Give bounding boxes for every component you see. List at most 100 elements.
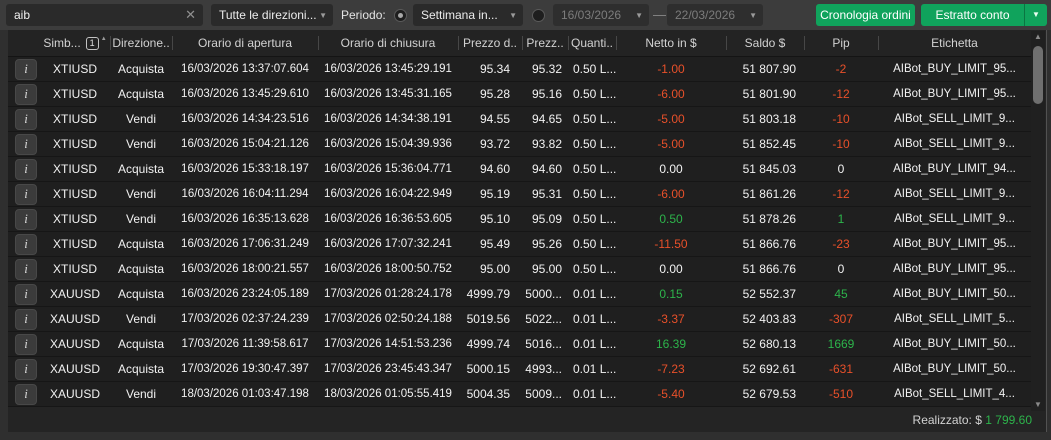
- table-row[interactable]: i XAUUSD Acquista 17/03/2026 11:39:58.61…: [8, 332, 1031, 357]
- scrollbar-thumb[interactable]: [1033, 46, 1043, 104]
- period-preset-dropdown[interactable]: Settimana in... ▼: [413, 4, 523, 26]
- cell-open-price: 94.55: [479, 112, 510, 126]
- cell-open-time: 17/03/2026 02:37:24.239: [181, 313, 309, 325]
- row-info-button[interactable]: i: [15, 108, 37, 130]
- col-header-open-price[interactable]: Prezzo d..: [458, 30, 522, 56]
- cell-direction: Vendi: [125, 112, 157, 126]
- date-from-dropdown[interactable]: 16/03/2026 ▼: [553, 4, 649, 26]
- row-info-button[interactable]: i: [15, 383, 37, 405]
- col-header-net[interactable]: Netto in $: [616, 30, 726, 56]
- row-info-button[interactable]: i: [15, 158, 37, 180]
- cell-open-time: 16/03/2026 13:37:07.604: [181, 63, 309, 75]
- col-header-balance[interactable]: Saldo $: [726, 30, 804, 56]
- table-row[interactable]: i XAUUSD Acquista 17/03/2026 19:30:47.39…: [8, 357, 1031, 382]
- table-row[interactable]: i XAUUSD Acquista 16/03/2026 23:24:05.18…: [8, 282, 1031, 307]
- order-history-button[interactable]: Cronologia ordini: [816, 4, 915, 26]
- scroll-up-icon[interactable]: ▲: [1031, 31, 1045, 43]
- row-info-button[interactable]: i: [15, 358, 37, 380]
- table-row[interactable]: i XTIUSD Acquista 16/03/2026 17:06:31.24…: [8, 232, 1031, 257]
- table-row[interactable]: i XTIUSD Acquista 16/03/2026 15:33:18.19…: [8, 157, 1031, 182]
- table-row[interactable]: i XAUUSD Vendi 18/03/2026 01:03:47.198 1…: [8, 382, 1031, 407]
- cell-label: AIBot_BUY_LIMIT_50...: [893, 363, 1016, 375]
- cell-close-time: 16/03/2026 14:34:38.191: [324, 113, 452, 125]
- cell-pip: -10: [832, 112, 850, 126]
- chevron-down-icon: ▼: [509, 11, 517, 20]
- cell-close-time: 16/03/2026 18:00:50.752: [324, 263, 452, 275]
- cell-close-time: 16/03/2026 15:36:04.771: [324, 163, 452, 175]
- cell-quantity: 0.50 L...: [573, 87, 616, 101]
- cell-label: AIBot_SELL_LIMIT_9...: [894, 188, 1015, 200]
- cell-balance: 51 861.26: [742, 187, 796, 201]
- row-info-button[interactable]: i: [15, 58, 37, 80]
- col-header-label[interactable]: Etichetta: [878, 30, 1031, 56]
- statement-menu-arrow-icon[interactable]: ▼: [1024, 4, 1047, 26]
- cell-open-price: 4999.74: [466, 337, 510, 351]
- cell-close-price: 94.60: [531, 162, 562, 176]
- table-row[interactable]: i XTIUSD Vendi 16/03/2026 16:35:13.628 1…: [8, 207, 1031, 232]
- cell-direction: Vendi: [125, 212, 157, 226]
- cell-close-price: 4993...: [525, 362, 562, 376]
- cell-close-price: 95.16: [531, 87, 562, 101]
- row-info-button[interactable]: i: [15, 308, 37, 330]
- date-to-dropdown[interactable]: 22/03/2026 ▼: [667, 4, 763, 26]
- cell-label: AIBot_SELL_LIMIT_9...: [894, 113, 1015, 125]
- search-input[interactable]: [14, 5, 174, 25]
- cell-close-price: 95.00: [531, 262, 562, 276]
- row-info-button[interactable]: i: [15, 283, 37, 305]
- vertical-scrollbar[interactable]: ▲ ▼: [1031, 31, 1045, 411]
- cell-close-price: 5016...: [525, 337, 562, 351]
- account-statement-button[interactable]: Estratto conto ▼: [921, 4, 1047, 26]
- table-row[interactable]: i XAUUSD Vendi 17/03/2026 02:37:24.239 1…: [8, 307, 1031, 332]
- col-header-pip[interactable]: Pip: [804, 30, 878, 56]
- table-row[interactable]: i XTIUSD Acquista 16/03/2026 18:00:21.55…: [8, 257, 1031, 282]
- cell-open-price: 5019.56: [466, 312, 510, 326]
- cell-close-price: 95.32: [531, 62, 562, 76]
- period-custom-radio[interactable]: [532, 9, 545, 22]
- clear-search-icon[interactable]: ✕: [185, 4, 196, 26]
- period-preset-radio[interactable]: [394, 9, 407, 22]
- cell-pip: 1669: [827, 337, 855, 351]
- sort-order-badge: 1: [85, 36, 99, 50]
- row-info-button[interactable]: i: [15, 333, 37, 355]
- scroll-down-icon[interactable]: ▼: [1031, 399, 1045, 411]
- table-row[interactable]: i XTIUSD Vendi 16/03/2026 14:34:23.516 1…: [8, 107, 1031, 132]
- cell-balance: 52 679.53: [742, 387, 796, 401]
- row-info-button[interactable]: i: [15, 258, 37, 280]
- col-header-close-time[interactable]: Orario di chiusura: [318, 30, 458, 56]
- row-info-button[interactable]: i: [15, 133, 37, 155]
- cell-net: -6.00: [657, 187, 685, 201]
- cell-symbol: XTIUSD: [52, 87, 97, 101]
- table-row[interactable]: i XTIUSD Vendi 16/03/2026 15:04:21.126 1…: [8, 132, 1031, 157]
- cell-label: AIBot_BUY_LIMIT_94...: [893, 163, 1016, 175]
- col-header-close-price[interactable]: Prezz..: [522, 30, 568, 56]
- row-info-button[interactable]: i: [15, 183, 37, 205]
- cell-net: 0.50: [659, 212, 683, 226]
- cell-symbol: XTIUSD: [52, 162, 97, 176]
- row-info-button[interactable]: i: [15, 208, 37, 230]
- cell-net: 0.00: [659, 262, 683, 276]
- deal-history-panel: ✕ Tutte le direzioni... ▼ Periodo: Setti…: [0, 0, 1051, 440]
- col-header-symbol[interactable]: Simb... 1 ▲: [40, 30, 110, 56]
- col-header-quantity[interactable]: Quanti..: [568, 30, 616, 56]
- table-row[interactable]: i XTIUSD Vendi 16/03/2026 16:04:11.294 1…: [8, 182, 1031, 207]
- row-info-button[interactable]: i: [15, 83, 37, 105]
- direction-filter-dropdown[interactable]: Tutte le direzioni... ▼: [211, 4, 333, 26]
- cell-pip: -12: [832, 87, 850, 101]
- row-info-button[interactable]: i: [15, 233, 37, 255]
- cell-symbol: XTIUSD: [52, 112, 97, 126]
- cell-balance: 51 878.26: [742, 212, 796, 226]
- table-row[interactable]: i XTIUSD Acquista 16/03/2026 13:45:29.61…: [8, 82, 1031, 107]
- cell-balance: 51 852.45: [742, 137, 796, 151]
- table-row[interactable]: i XTIUSD Acquista 16/03/2026 13:37:07.60…: [8, 57, 1031, 82]
- cell-symbol: XTIUSD: [52, 137, 97, 151]
- cell-balance: 52 403.83: [742, 312, 796, 326]
- cell-label: AIBot_SELL_LIMIT_5...: [894, 313, 1015, 325]
- period-preset-value: Settimana in...: [421, 8, 498, 22]
- col-header-open-time[interactable]: Orario di apertura: [172, 30, 318, 56]
- cell-label: AIBot_BUY_LIMIT_95...: [893, 263, 1016, 275]
- col-header-direction[interactable]: Direzione..: [110, 30, 172, 56]
- cell-close-time: 18/03/2026 01:05:55.419: [324, 388, 452, 400]
- cell-open-price: 95.10: [479, 212, 510, 226]
- cell-label: AIBot_SELL_LIMIT_4...: [894, 388, 1015, 400]
- cell-close-time: 17/03/2026 14:51:53.236: [324, 338, 452, 350]
